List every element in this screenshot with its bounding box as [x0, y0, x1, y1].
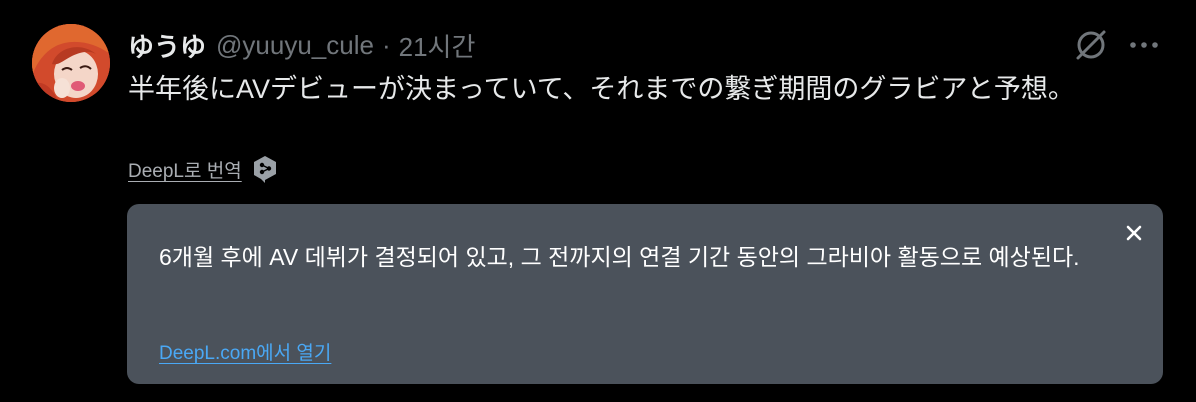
- avatar[interactable]: [32, 24, 110, 102]
- translate-link[interactable]: DeepL로 번역: [128, 156, 242, 183]
- tweet-header: ゆうゆ @yuuyu_cule · 21시간: [128, 28, 475, 62]
- translate-row: DeepL로 번역: [128, 152, 278, 186]
- timestamp[interactable]: 21시간: [399, 27, 476, 64]
- open-deepl-link[interactable]: DeepL.com에서 열기: [159, 338, 331, 365]
- deepl-icon: [253, 156, 276, 183]
- avatar-image: [32, 24, 110, 102]
- more-options-icon[interactable]: [1124, 30, 1164, 60]
- hide-post-icon[interactable]: [1072, 26, 1110, 64]
- user-handle[interactable]: @yuuyu_cule: [216, 30, 374, 61]
- display-name[interactable]: ゆうゆ: [128, 27, 206, 64]
- separator-dot: ·: [381, 29, 391, 60]
- tweet-text: 半年後にAVデビューが決まっていて、それまでの繋ぎ期間のグラビアと予想。: [128, 74, 1075, 104]
- translation-card: 6개월 후에 AV 데뷔가 결정되어 있고, 그 전까지의 연결 기간 동안의 …: [127, 204, 1163, 384]
- translated-text: 6개월 후에 AV 데뷔가 결정되어 있고, 그 전까지의 연결 기간 동안의 …: [159, 244, 1080, 270]
